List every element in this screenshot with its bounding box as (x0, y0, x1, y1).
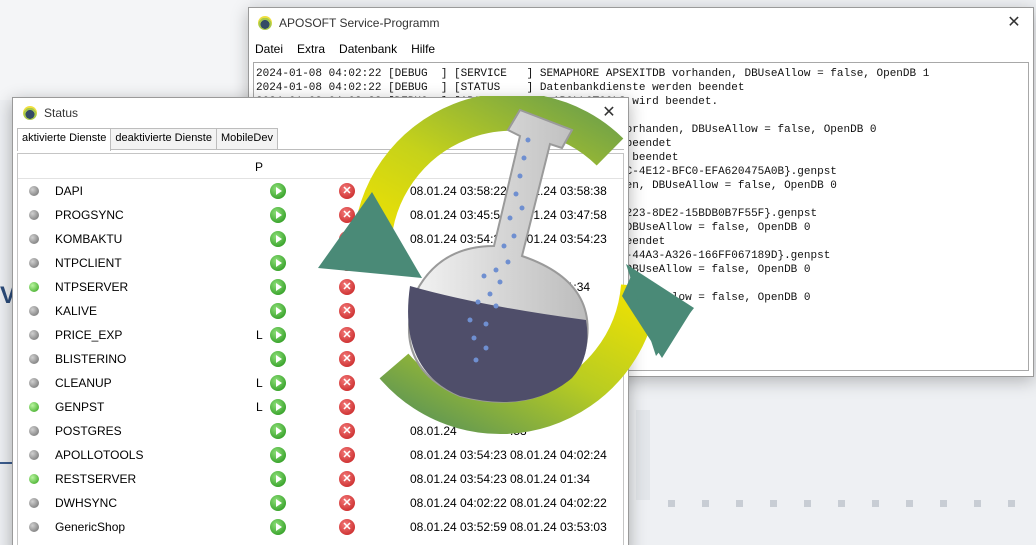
start-service-button[interactable] (270, 471, 286, 487)
service-row[interactable]: DWHSYNC ✕ 08.01.24 04:02:22 08.01.24 04:02:… (18, 491, 623, 515)
service-start-time: 08.01.24 03:52:59 (410, 520, 507, 534)
service-name: POSTGRES (55, 424, 122, 438)
service-stop-time: 08.01.24 01:34 (510, 472, 591, 486)
service-close-button[interactable]: ✕ (1005, 14, 1023, 32)
stop-service-button[interactable]: ✕ (339, 519, 355, 535)
service-stop-time: 08.01.24 03:53:03 (510, 520, 607, 534)
service-name: CLEANUP (55, 376, 112, 390)
start-service-button[interactable] (270, 399, 286, 415)
service-name: PROGSYNC (55, 208, 124, 222)
status-indicator-icon (29, 498, 39, 508)
service-flag: L (256, 376, 263, 390)
service-name: BLISTERINO (55, 352, 127, 366)
service-name: PRICE_EXP (55, 328, 123, 342)
desktop-dots (668, 500, 1036, 507)
start-service-button[interactable] (270, 519, 286, 535)
service-titlebar[interactable]: APOSOFT Service-Programm ✕ (249, 8, 1033, 38)
start-service-button[interactable] (270, 423, 286, 439)
service-start-time: 08.01.24 03:54:23 (410, 472, 507, 486)
start-service-button[interactable] (270, 183, 286, 199)
start-service-button[interactable] (270, 447, 286, 463)
status-indicator-icon (29, 306, 39, 316)
status-indicator-icon (29, 378, 39, 388)
status-indicator-icon (29, 354, 39, 364)
tab-aktivierte-dienste[interactable]: aktivierte Dienste (17, 128, 112, 151)
stop-service-button[interactable]: ✕ (339, 471, 355, 487)
service-name: KOMBAKTU (55, 232, 123, 246)
status-indicator-icon (29, 258, 39, 268)
service-name: KALIVE (55, 304, 98, 318)
service-name: NTPCLIENT (55, 256, 122, 270)
app-logo-icon (23, 106, 37, 120)
status-indicator-icon (29, 522, 39, 532)
menu-datei[interactable]: Datei (255, 42, 283, 56)
status-indicator-icon (29, 474, 39, 484)
status-indicator-icon (29, 450, 39, 460)
service-flag: L (256, 400, 263, 414)
log-line: 2024-01-08 04:02:22 [DEBUG ] [SERVICE ] … (256, 68, 930, 80)
service-flag: L (256, 328, 263, 342)
column-header-p: P (255, 160, 264, 174)
start-service-button[interactable] (270, 279, 286, 295)
menu-datenbank[interactable]: Datenbank (339, 42, 397, 56)
start-service-button[interactable] (270, 303, 286, 319)
desktop-background-panel (0, 0, 250, 100)
service-name: DWHSYNC (55, 496, 117, 510)
menu-bar: Datei Extra Datenbank Hilfe (249, 38, 1033, 60)
status-indicator-icon (29, 234, 39, 244)
start-service-button[interactable] (270, 231, 286, 247)
service-name: RESTSERVER (55, 472, 137, 486)
refresh-flask-logo-icon (318, 96, 694, 434)
status-indicator-icon (29, 210, 39, 220)
status-indicator-icon (29, 282, 39, 292)
service-name: DAPI (55, 184, 84, 198)
service-name: GenericShop (55, 520, 126, 534)
start-service-button[interactable] (270, 495, 286, 511)
status-indicator-icon (29, 186, 39, 196)
start-service-button[interactable] (270, 351, 286, 367)
start-service-button[interactable] (270, 327, 286, 343)
status-indicator-icon (29, 426, 39, 436)
stop-service-button[interactable]: ✕ (339, 495, 355, 511)
status-window-title: Status (44, 106, 79, 120)
service-start-time: 08.01.24 04:02:22 (410, 496, 507, 510)
log-line: 2024-01-08 04:02:22 [DEBUG ] [STATUS ] D… (256, 82, 745, 94)
app-logo-icon (258, 16, 272, 30)
status-indicator-icon (29, 330, 39, 340)
start-service-button[interactable] (270, 207, 286, 223)
service-name: APOLLOTOOLS (55, 448, 144, 462)
menu-extra[interactable]: Extra (297, 42, 325, 56)
menu-hilfe[interactable]: Hilfe (411, 42, 435, 56)
start-service-button[interactable] (270, 375, 286, 391)
start-service-button[interactable] (270, 255, 286, 271)
service-window-title: APOSOFT Service-Programm (279, 16, 440, 30)
tab-mobiledev[interactable]: MobileDev (215, 128, 278, 149)
status-indicator-icon (29, 402, 39, 412)
service-name: NTPSERVER (55, 280, 129, 294)
service-row[interactable]: GenericShop ✕ 08.01.24 03:52:59 08.01.24 03… (18, 515, 623, 539)
service-row[interactable]: RESTSERVER ✕ 08.01.24 03:54:23 08.01.24 01:… (18, 467, 623, 491)
tab-deaktivierte-dienste[interactable]: deaktivierte Dienste (110, 128, 217, 149)
service-stop-time: 08.01.24 04:02:22 (510, 496, 607, 510)
service-name: GENPST (55, 400, 105, 414)
